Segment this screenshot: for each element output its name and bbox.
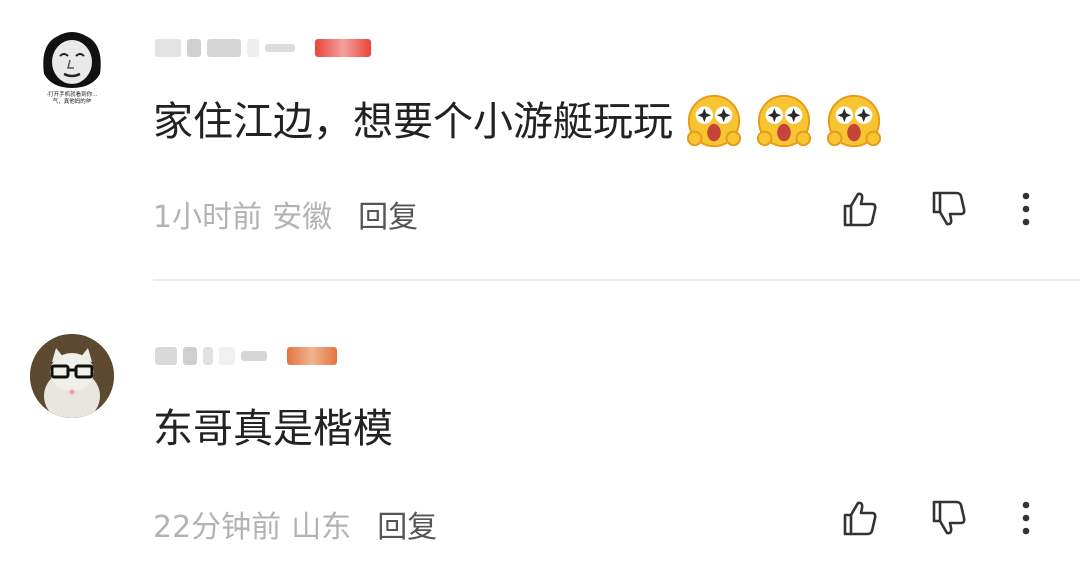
avatar[interactable] (30, 334, 114, 418)
user-level-badge (315, 39, 371, 57)
thumbs-up-icon (843, 501, 877, 536)
avatar[interactable]: ·打开手机就看到你… 气，真他妈的帅 (30, 22, 114, 106)
comment-meta: 22分钟前 山东 回复 (153, 502, 437, 546)
more-vertical-icon (1022, 192, 1030, 226)
star-eyes-emoji (826, 94, 882, 148)
comment-item: 东哥真是楷模 22分钟前 山东 回复 (0, 282, 1080, 569)
cat-with-glasses-image (30, 334, 114, 418)
dislike-button[interactable] (925, 185, 973, 233)
comment-location: 山东 (291, 510, 352, 545)
more-vertical-icon (1022, 501, 1030, 535)
username-redacted[interactable] (155, 344, 337, 368)
thumbs-down-icon (932, 500, 966, 535)
comment-text: 家住江边，想要个小游艇玩玩 (153, 94, 883, 150)
star-eyes-emoji (756, 94, 812, 148)
username-redacted[interactable] (155, 36, 371, 60)
comment-time: 22分钟前 (153, 510, 282, 545)
svg-text:气，真他妈的帅: 气，真他妈的帅 (53, 97, 92, 105)
star-eyes-emoji (686, 94, 742, 148)
reply-button[interactable]: 回复 (358, 192, 418, 236)
comment-text: 东哥真是楷模 (153, 406, 393, 452)
more-options-button[interactable] (1002, 494, 1050, 542)
svg-text:·打开手机就看到你…: ·打开手机就看到你… (46, 90, 97, 98)
dislike-button[interactable] (925, 494, 973, 542)
meme-face-image: ·打开手机就看到你… 气，真他妈的帅 (30, 22, 114, 106)
more-options-button[interactable] (1002, 185, 1050, 233)
thumbs-up-icon (843, 192, 877, 227)
comment-item: ·打开手机就看到你… 气，真他妈的帅 家住江边，想要个小游艇玩玩 1小时前 安徽… (0, 0, 1080, 280)
user-level-badge (287, 347, 337, 365)
like-button[interactable] (836, 494, 884, 542)
like-button[interactable] (836, 185, 884, 233)
comment-time: 1小时前 (153, 200, 263, 235)
comment-location: 安徽 (272, 200, 333, 235)
thumbs-down-icon (932, 191, 966, 226)
reply-button[interactable]: 回复 (377, 502, 437, 546)
comment-divider (153, 279, 1080, 281)
comment-meta: 1小时前 安徽 回复 (153, 192, 418, 236)
